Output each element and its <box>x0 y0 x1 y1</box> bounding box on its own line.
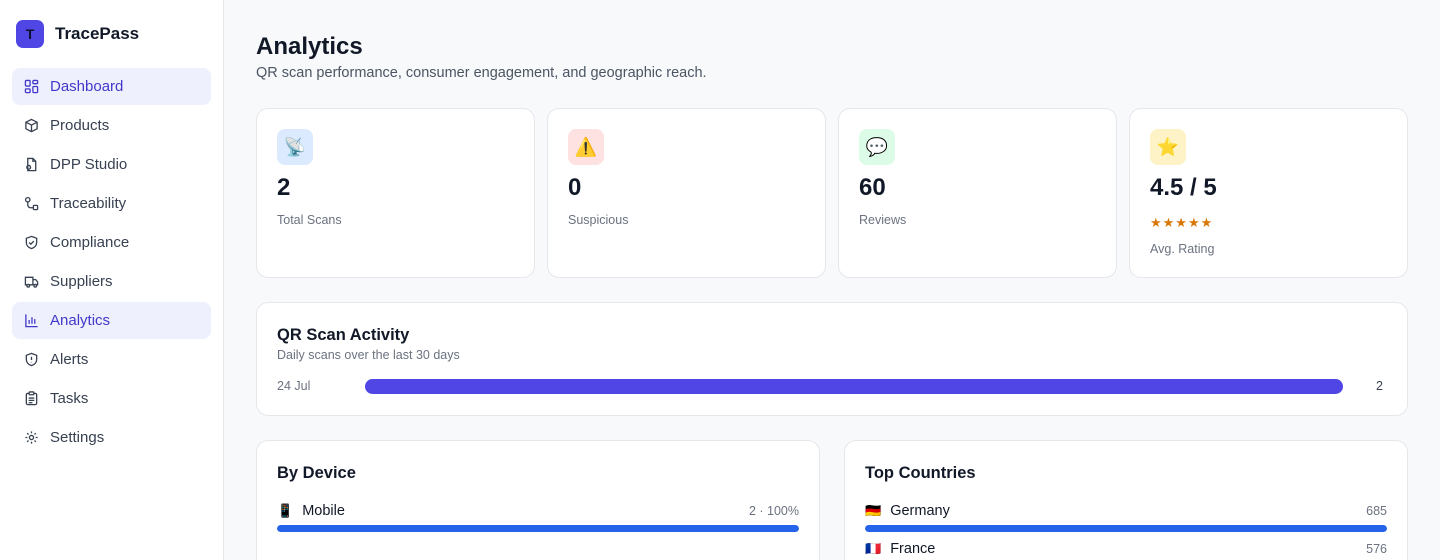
brand-logo: T <box>16 20 44 48</box>
stat-label: Avg. Rating <box>1150 242 1215 256</box>
device-label: Mobile <box>302 503 345 519</box>
section-subtitle: Daily scans over the last 30 days <box>277 348 460 362</box>
sidebar-item-suppliers[interactable]: Suppliers <box>12 263 211 300</box>
clipboard-icon <box>25 391 38 406</box>
warning-icon: ⚠️ <box>568 129 604 165</box>
sidebar-item-traceability[interactable]: Traceability <box>12 185 211 222</box>
activity-count: 2 <box>1376 379 1383 393</box>
mobile-phone-icon: 📱 <box>277 503 294 518</box>
file-icon <box>26 157 37 172</box>
sidebar-item-tasks[interactable]: Tasks <box>12 380 211 417</box>
sidebar-item-label: Tasks <box>50 390 89 407</box>
by-device-card: By Device 📱 Mobile 2 · 100% <box>256 440 820 560</box>
country-value: 576 <box>1366 542 1387 556</box>
stat-label: Reviews <box>859 213 907 227</box>
country-bar-track <box>865 525 1387 532</box>
sidebar-item-settings[interactable]: Settings <box>12 419 211 456</box>
sidebar: T TracePass Dashboard Products DPP Studi… <box>0 0 224 560</box>
device-value: 2 · 100% <box>748 504 799 518</box>
box-icon <box>25 118 38 133</box>
brand-name: TracePass <box>55 24 140 43</box>
stat-value: 4.5 / 5 <box>1150 174 1217 201</box>
brand[interactable]: T TracePass <box>16 20 139 48</box>
stat-value: 60 <box>859 174 886 201</box>
truck-icon <box>24 276 39 288</box>
star-icon: ⭐ <box>1150 129 1186 165</box>
satellite-icon: 📡 <box>277 129 313 165</box>
stat-card-suspicious: ⚠️ 0 Suspicious <box>547 108 826 278</box>
shield-check-icon <box>25 235 38 250</box>
country-row: 🇩🇪 Germany 685 <box>865 503 1387 541</box>
top-countries-card: Top Countries 🇩🇪 Germany 685 🇫🇷 France 5… <box>844 440 1408 560</box>
rating-stars: ★★★★★ <box>1150 215 1214 230</box>
country-value: 685 <box>1366 504 1387 518</box>
stat-label: Suspicious <box>568 213 629 227</box>
sidebar-item-label: Products <box>50 117 110 134</box>
country-label: Germany <box>890 503 950 519</box>
france-flag-icon: 🇫🇷 <box>865 541 882 556</box>
qr-scan-activity-card: QR Scan Activity Daily scans over the la… <box>256 302 1408 416</box>
stat-label: Total Scans <box>277 213 342 227</box>
sidebar-item-analytics[interactable]: Analytics <box>12 302 211 339</box>
sidebar-item-alerts[interactable]: Alerts <box>12 341 211 378</box>
sidebar-item-compliance[interactable]: Compliance <box>12 224 211 261</box>
speech-bubble-icon: 💬 <box>859 129 895 165</box>
sidebar-item-label: Compliance <box>50 234 130 251</box>
device-row: 📱 Mobile 2 · 100% <box>277 503 799 541</box>
sidebar-item-label: Dashboard <box>50 78 124 95</box>
sidebar-item-label: Alerts <box>50 351 89 368</box>
activity-bar-track <box>365 379 1343 394</box>
sidebar-item-products[interactable]: Products <box>12 107 211 144</box>
activity-bar-fill <box>365 379 1343 394</box>
stat-value: 0 <box>568 174 582 201</box>
sidebar-item-label: Traceability <box>50 195 127 212</box>
country-row: 🇫🇷 France 576 <box>865 541 1387 560</box>
country-label: France <box>890 541 936 557</box>
section-title: By Device <box>277 464 356 482</box>
sidebar-nav: Dashboard Products DPP Studio Traceabili… <box>12 68 211 458</box>
sidebar-item-label: DPP Studio <box>50 156 128 173</box>
device-bar-fill <box>277 525 799 532</box>
activity-date: 24 Jul <box>277 379 311 393</box>
country-bar-fill <box>865 525 1387 532</box>
dashboard-icon <box>24 79 39 94</box>
germany-flag-icon: 🇩🇪 <box>865 503 882 518</box>
sidebar-item-label: Analytics <box>50 312 111 329</box>
gear-icon <box>25 431 38 444</box>
bar-chart-icon <box>25 314 38 328</box>
stat-card-total-scans: 📡 2 Total Scans <box>256 108 535 278</box>
sidebar-item-dashboard[interactable]: Dashboard <box>12 68 211 105</box>
main-content: Analytics QR scan performance, consumer … <box>224 0 1440 560</box>
device-bar-track <box>277 525 799 532</box>
stat-value: 2 <box>277 174 291 201</box>
stat-card-avg-rating: ⭐ 4.5 / 5 ★★★★★ Avg. Rating <box>1129 108 1408 278</box>
page-subtitle: QR scan performance, consumer engagement… <box>256 65 707 81</box>
stat-card-reviews: 💬 60 Reviews <box>838 108 1117 278</box>
route-icon <box>24 196 39 211</box>
sidebar-item-dpp-studio[interactable]: DPP Studio <box>12 146 211 183</box>
alert-shield-icon <box>25 352 38 367</box>
page-title: Analytics <box>256 33 363 60</box>
section-title: QR Scan Activity <box>277 326 410 344</box>
sidebar-item-label: Settings <box>50 429 105 446</box>
sidebar-item-label: Suppliers <box>50 273 113 290</box>
section-title: Top Countries <box>865 464 976 482</box>
